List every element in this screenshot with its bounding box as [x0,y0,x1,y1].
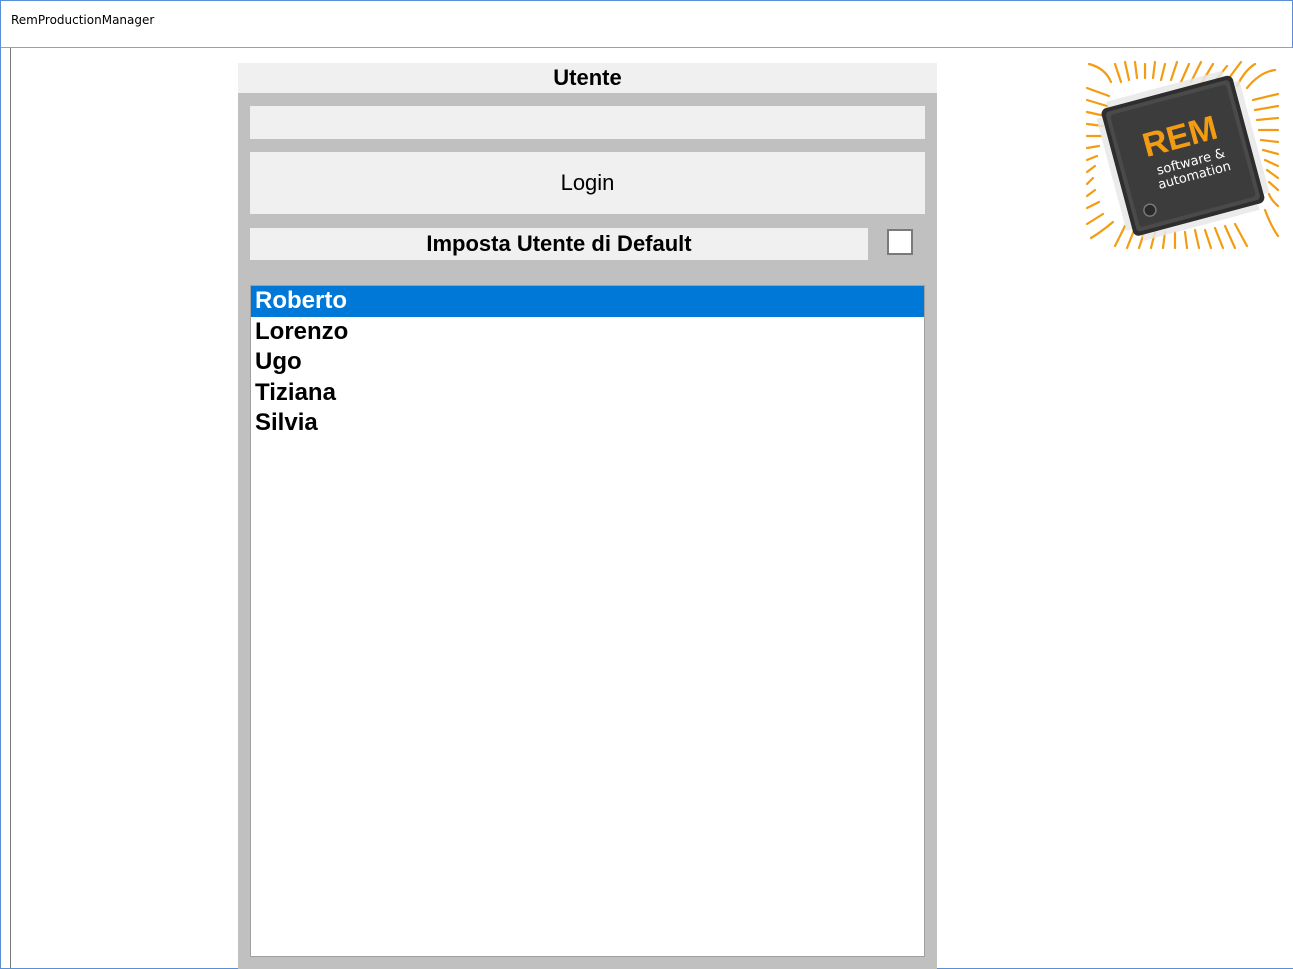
user-list-item[interactable]: Lorenzo [251,317,924,348]
user-list-item[interactable]: Ugo [251,347,924,378]
microchip-body: REM software & automation [1096,70,1270,241]
default-user-checkbox[interactable] [887,229,913,255]
title-bar[interactable]: RemProductionManager [1,1,1292,48]
login-panel: Login Imposta Utente di Default Roberto L… [238,93,937,969]
rem-logo: REM software & automation [1085,60,1280,250]
password-field[interactable] [250,106,925,139]
login-button[interactable]: Login [250,152,925,214]
user-list-item[interactable]: Tiziana [251,378,924,409]
panel-title: Utente [238,63,937,93]
window-title: RemProductionManager [11,13,155,27]
user-list-item[interactable]: Silvia [251,408,924,439]
user-list-item[interactable]: Roberto [251,286,924,317]
default-user-label: Imposta Utente di Default [250,228,868,260]
user-list[interactable]: Roberto Lorenzo Ugo Tiziana Silvia [250,285,925,957]
